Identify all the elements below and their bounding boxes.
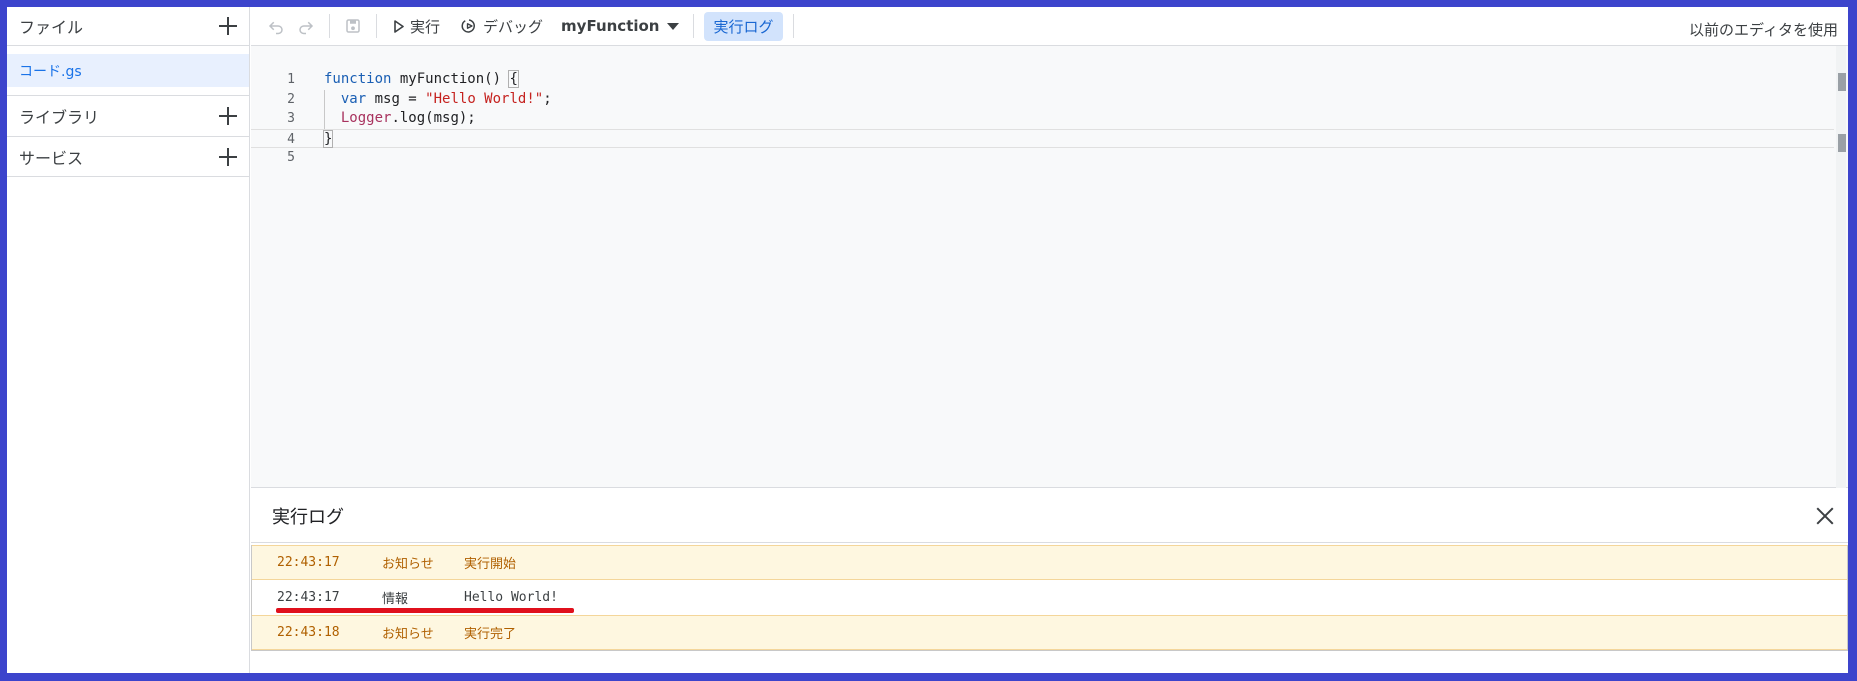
code-line-current: 4 } <box>251 128 1834 148</box>
play-icon <box>394 19 404 33</box>
code-line: 2 var msg = "Hello World!"; <box>251 90 1834 110</box>
debug-label: デバッグ <box>483 17 544 36</box>
execution-log-title: 実行ログ <box>272 506 344 528</box>
code-text: Logger.log(msg); <box>340 110 476 126</box>
function-select-value: myFunction <box>561 17 660 35</box>
line-number: 3 <box>287 111 295 126</box>
libraries-label: ライブラリ <box>19 108 100 127</box>
add-library-icon[interactable] <box>218 106 238 126</box>
files-section-header: ファイル <box>7 7 249 46</box>
code-line: 5 <box>251 148 1834 168</box>
log-message: 実行開始 <box>464 557 517 572</box>
log-row: 22:43:17 お知らせ 実行開始 <box>252 545 1847 580</box>
execution-log-panel: 実行ログ 22:43:17 お知らせ 実行開始 22:43:17 情報 Hell… <box>251 489 1848 673</box>
add-service-icon[interactable] <box>218 147 238 167</box>
sidebar-file-code-gs[interactable]: コード.gs <box>7 54 249 87</box>
log-type: 情報 <box>382 592 409 607</box>
chevron-down-icon <box>667 22 680 30</box>
debug-icon <box>461 19 475 33</box>
add-file-icon[interactable] <box>218 16 238 36</box>
undo-icon[interactable] <box>265 15 287 37</box>
use-legacy-editor-link[interactable]: 以前のエディタを使用 <box>1689 19 1838 40</box>
code-line: 3 Logger.log(msg); <box>251 109 1834 129</box>
code-text: var msg = "Hello World!"; <box>340 90 552 107</box>
app-window: ファイル コード.gs ライブラリ サービス 実行 デバッグ myFunctio… <box>7 7 1848 673</box>
scrollbar-marker <box>1838 134 1846 152</box>
main-area: 実行 デバッグ myFunction 実行ログ 以前のエディタを使用 1 fun… <box>251 7 1848 673</box>
log-highlight-underline <box>276 608 574 613</box>
line-number: 5 <box>287 150 295 165</box>
code-line: 1 function myFunction() { <box>251 70 1834 90</box>
line-number: 4 <box>287 131 295 147</box>
log-row: 22:43:17 情報 Hello World! <box>252 580 1847 615</box>
log-time: 22:43:18 <box>277 625 340 640</box>
log-message: 実行完了 <box>464 627 517 642</box>
indent-guide <box>324 89 325 129</box>
libraries-section-header: ライブラリ <box>7 95 249 137</box>
line-number: 2 <box>287 91 295 107</box>
toolbar-divider <box>792 14 794 38</box>
log-message: Hello World! <box>464 590 558 605</box>
files-label: ファイル <box>19 18 84 37</box>
log-time: 22:43:17 <box>277 590 340 605</box>
line-number: 1 <box>287 72 295 87</box>
execution-log-header: 実行ログ <box>251 489 1848 543</box>
debug-button[interactable]: デバッグ <box>456 11 547 41</box>
file-name: コード.gs <box>19 63 82 80</box>
editor-scrollbar[interactable] <box>1836 46 1846 488</box>
function-select[interactable]: myFunction <box>561 17 680 35</box>
log-row: 22:43:18 お知らせ 実行完了 <box>252 615 1847 650</box>
toolbar-divider <box>693 14 695 38</box>
log-time: 22:43:17 <box>277 555 340 570</box>
code-text: } <box>322 129 334 148</box>
services-label: サービス <box>19 148 84 168</box>
services-section-header: サービス <box>7 137 249 177</box>
run-label: 実行 <box>410 17 441 36</box>
log-type: お知らせ <box>382 627 434 642</box>
run-button[interactable]: 実行 <box>380 11 453 52</box>
redo-icon[interactable] <box>295 15 317 37</box>
execution-log-toggle-button[interactable]: 実行ログ <box>704 11 783 41</box>
toolbar-divider <box>376 14 377 38</box>
log-type: お知らせ <box>382 557 434 572</box>
close-icon[interactable] <box>1814 505 1836 527</box>
sidebar: ファイル コード.gs ライブラリ サービス <box>7 7 250 673</box>
log-table: 22:43:17 お知らせ 実行開始 22:43:17 情報 Hello Wor… <box>251 545 1848 651</box>
code-text: function myFunction() { <box>324 70 519 88</box>
save-icon[interactable] <box>342 15 364 37</box>
code-editor[interactable]: 1 function myFunction() { 2 var msg = "H… <box>251 46 1848 488</box>
toolbar: 実行 デバッグ myFunction 実行ログ 以前のエディタを使用 <box>251 7 1848 52</box>
scrollbar-marker <box>1838 73 1846 91</box>
toolbar-divider <box>329 14 330 38</box>
